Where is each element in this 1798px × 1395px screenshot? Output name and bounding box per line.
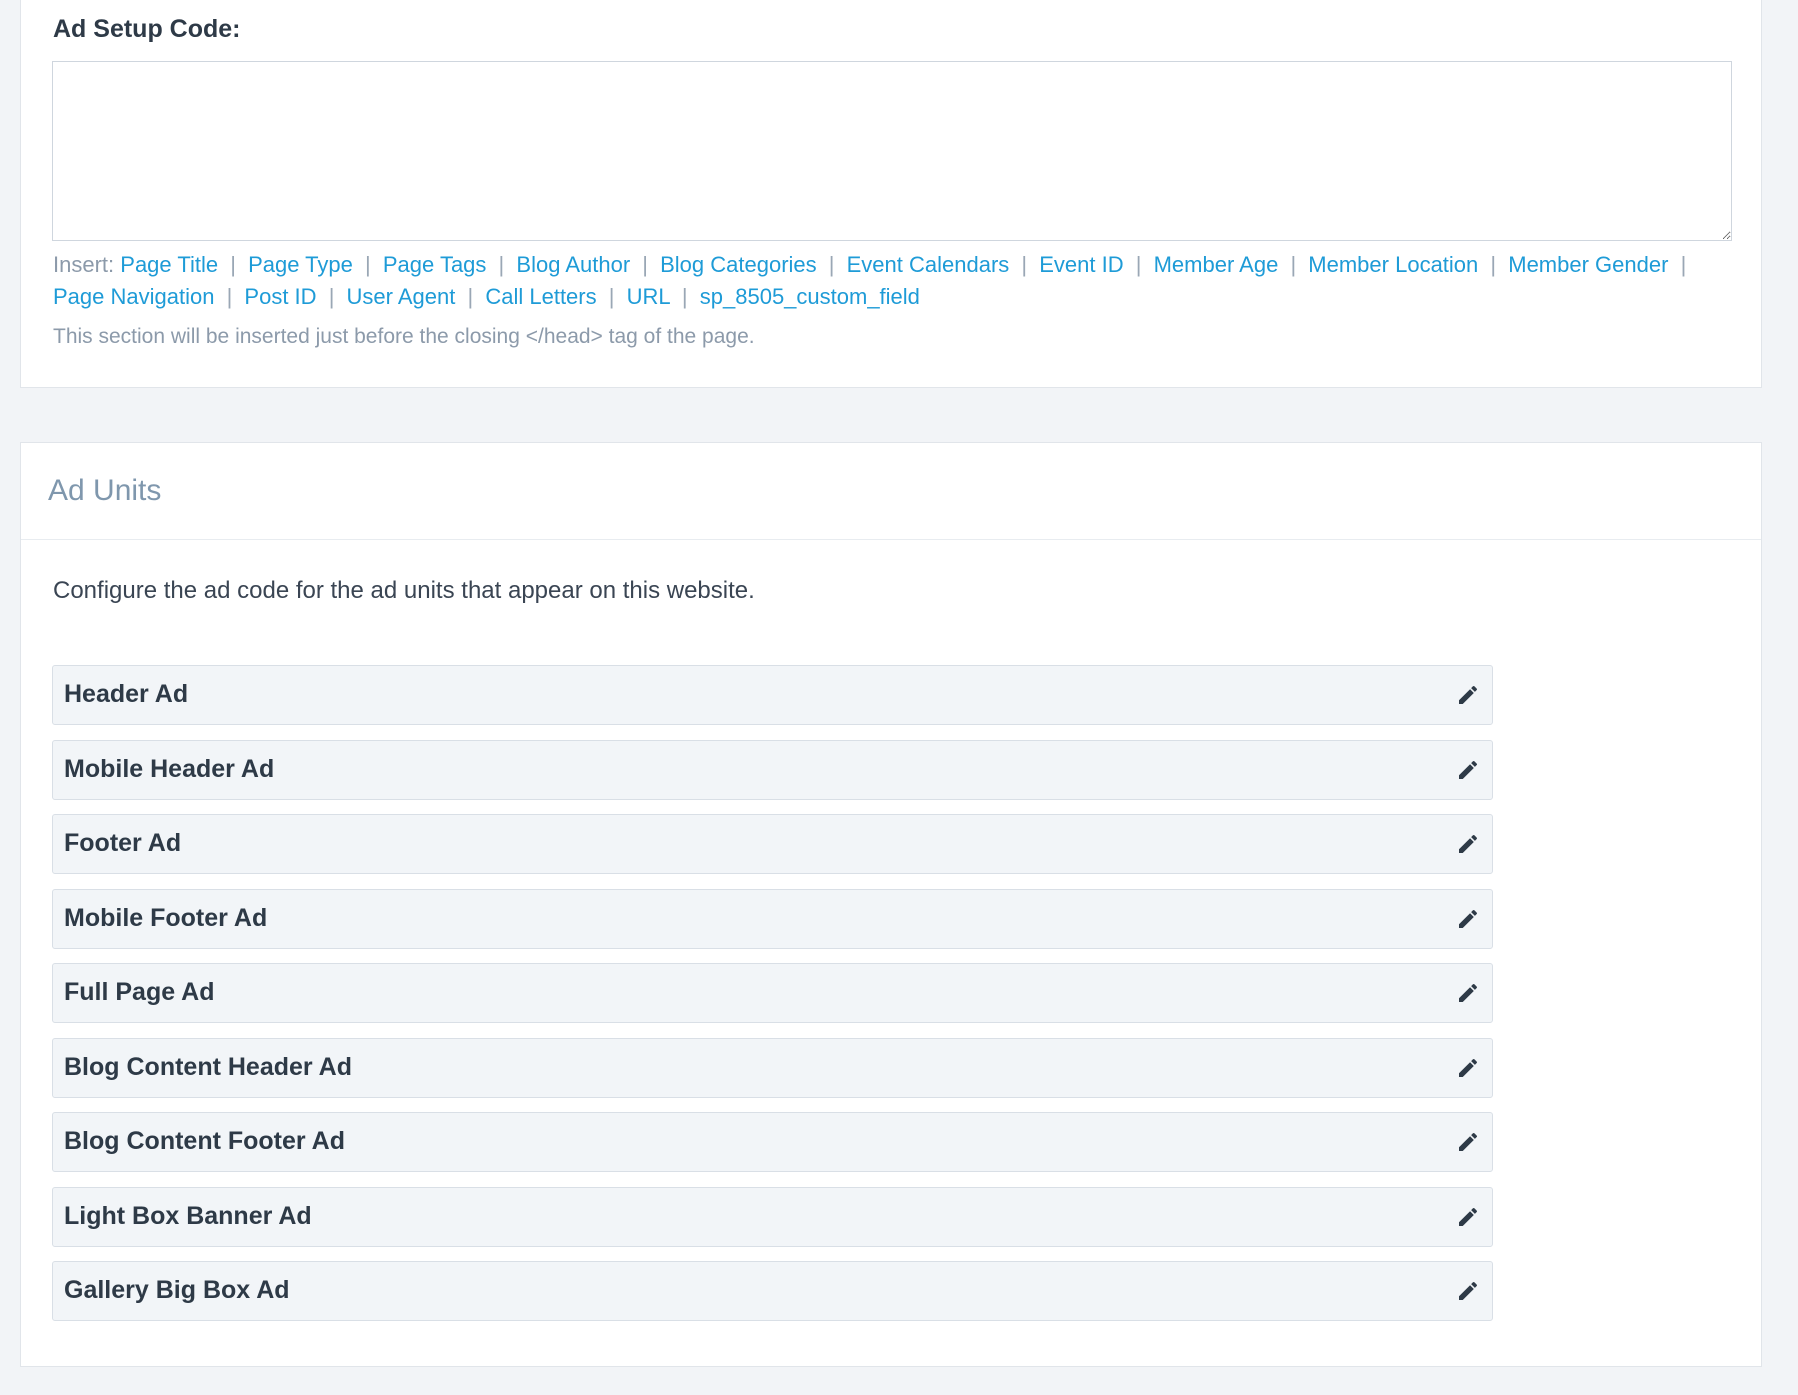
insert-separator: | [1490, 252, 1497, 277]
edit-blog-content-footer-ad-button[interactable] [1454, 1128, 1482, 1156]
insert-link-sp-8505-custom-field[interactable]: sp_8505_custom_field [700, 284, 920, 309]
ad-unit-name: Blog Content Header Ad [64, 1052, 352, 1081]
insert-link-page-type[interactable]: Page Type [248, 252, 353, 277]
pencil-icon [1459, 1207, 1478, 1226]
insert-separator: | [226, 284, 233, 309]
edit-full-page-ad-button[interactable] [1454, 979, 1482, 1007]
edit-gallery-big-box-ad-button[interactable] [1454, 1277, 1482, 1305]
ad-unit-name: Full Page Ad [64, 978, 215, 1006]
insert-tokens-line: Insert: Page Title | Page Type | Page Ta… [53, 249, 1743, 313]
ad-setup-help-text: This section will be inserted just befor… [53, 325, 755, 348]
ad-unit-row-mobile-footer-ad[interactable]: Mobile Footer Ad [52, 888, 1493, 949]
pencil-icon [1459, 1132, 1478, 1151]
insert-separator: | [1135, 252, 1142, 277]
ad-unit-row-mobile-header-ad[interactable]: Mobile Header Ad [52, 739, 1493, 800]
pencil-icon [1459, 834, 1478, 853]
ad-unit-name: Mobile Header Ad [64, 754, 275, 783]
insert-link-post-id[interactable]: Post ID [244, 284, 316, 309]
ad-unit-row-blog-content-footer-ad[interactable]: Blog Content Footer Ad [52, 1112, 1493, 1172]
insert-separator: | [467, 284, 474, 309]
ad-unit-row-blog-content-header-ad[interactable]: Blog Content Header Ad [52, 1037, 1493, 1098]
insert-separator: | [328, 284, 335, 309]
ad-setup-panel: Ad Setup Code: Insert: Page Title | Page… [20, 0, 1762, 388]
ad-unit-name: Header Ad [64, 680, 189, 708]
ad-unit-row-light-box-banner-ad[interactable]: Light Box Banner Ad [52, 1186, 1493, 1247]
edit-footer-ad-button[interactable] [1454, 830, 1482, 858]
ad-setup-code-label: Ad Setup Code: [53, 15, 241, 43]
edit-header-ad-button[interactable] [1454, 681, 1482, 709]
insert-separator: | [1021, 252, 1028, 277]
insert-link-call-letters[interactable]: Call Letters [485, 284, 596, 309]
insert-link-member-age[interactable]: Member Age [1154, 252, 1279, 277]
ad-units-panel-heading: Ad Units [21, 443, 1761, 540]
insert-link-url[interactable]: URL [627, 284, 670, 309]
insert-prefix: Insert: [53, 252, 115, 277]
insert-link-member-location[interactable]: Member Location [1308, 252, 1478, 277]
insert-separator: | [681, 284, 688, 309]
insert-link-event-calendars[interactable]: Event Calendars [847, 252, 1010, 277]
ad-unit-row-footer-ad[interactable]: Footer Ad [52, 814, 1493, 874]
edit-mobile-header-ad-button[interactable] [1454, 756, 1482, 784]
pencil-icon [1459, 1281, 1478, 1300]
ad-unit-row-gallery-big-box-ad[interactable]: Gallery Big Box Ad [52, 1261, 1493, 1321]
insert-link-event-id[interactable]: Event ID [1039, 252, 1123, 277]
insert-separator: | [608, 284, 615, 309]
insert-separator: | [1290, 252, 1297, 277]
ad-setup-code-textarea[interactable] [52, 61, 1732, 241]
pencil-icon [1459, 760, 1478, 779]
ad-unit-name: Footer Ad [64, 829, 182, 857]
ad-unit-row-header-ad[interactable]: Header Ad [52, 665, 1493, 725]
ad-unit-name: Blog Content Footer Ad [64, 1127, 345, 1155]
pencil-icon [1459, 1058, 1478, 1077]
insert-link-user-agent[interactable]: User Agent [347, 284, 456, 309]
ad-unit-name: Gallery Big Box Ad [64, 1276, 290, 1304]
insert-separator: | [498, 252, 505, 277]
edit-light-box-banner-ad-button[interactable] [1454, 1203, 1482, 1231]
insert-separator: | [1680, 252, 1687, 277]
pencil-icon [1459, 685, 1478, 704]
insert-separator: | [828, 252, 835, 277]
pencil-icon [1459, 983, 1478, 1002]
ad-unit-list: Header Ad Mobile Header Ad Footer Ad Mobile… [52, 665, 1493, 1336]
edit-mobile-footer-ad-button[interactable] [1454, 905, 1482, 933]
insert-link-member-gender[interactable]: Member Gender [1508, 252, 1668, 277]
insert-link-page-title[interactable]: Page Title [120, 252, 218, 277]
insert-link-blog-author[interactable]: Blog Author [516, 252, 630, 277]
insert-separator: | [230, 252, 236, 277]
insert-link-page-navigation[interactable]: Page Navigation [53, 284, 214, 309]
edit-blog-content-header-ad-button[interactable] [1454, 1054, 1482, 1082]
insert-link-page-tags[interactable]: Page Tags [383, 252, 487, 277]
ad-unit-name: Light Box Banner Ad [64, 1201, 312, 1230]
pencil-icon [1459, 909, 1478, 928]
insert-separator: | [642, 252, 648, 277]
ad-unit-name: Mobile Footer Ad [64, 903, 268, 932]
ad-units-intro: Configure the ad code for the ad units t… [53, 577, 755, 604]
ad-unit-row-full-page-ad[interactable]: Full Page Ad [52, 963, 1493, 1023]
ad-units-title: Ad Units [48, 474, 162, 507]
ad-units-panel: Ad Units Configure the ad code for the a… [20, 442, 1762, 1367]
insert-separator: | [365, 252, 371, 277]
insert-link-blog-categories[interactable]: Blog Categories [660, 252, 817, 277]
